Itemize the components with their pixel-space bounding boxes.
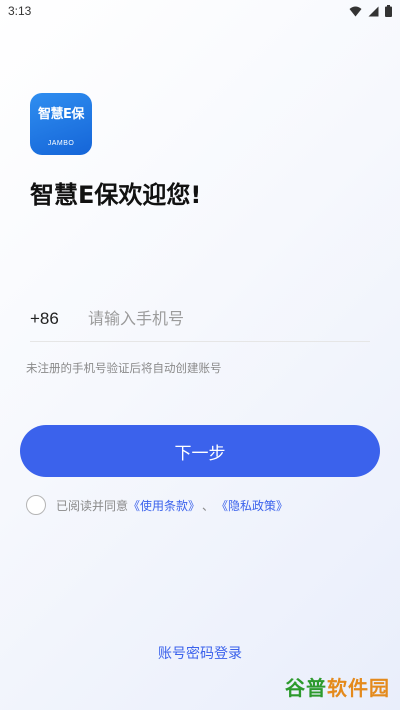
signal-icon	[368, 6, 379, 16]
watermark-part1: 谷普	[285, 675, 327, 700]
status-icons	[349, 5, 392, 17]
password-login-link[interactable]: 账号密码登录	[0, 643, 400, 663]
logo-text: 智慧E保	[38, 107, 84, 122]
watermark-part2: 软件园	[327, 675, 390, 700]
agreement-row: 已阅读并同意 《使用条款》 、 《隐私政策》	[26, 494, 288, 516]
register-hint: 未注册的手机号验证后将自动创建账号	[26, 361, 222, 375]
agreement-checkbox[interactable]	[26, 495, 46, 515]
phone-input-row: +86	[30, 296, 370, 342]
terms-link[interactable]: 《使用条款》	[128, 497, 200, 514]
welcome-title: 智慧E保欢迎您!	[30, 181, 202, 209]
phone-input[interactable]	[88, 309, 370, 328]
logo-brand: JAMBO	[47, 140, 75, 147]
battery-icon	[385, 5, 392, 17]
status-time: 3:13	[8, 4, 32, 18]
agreement-separator: 、	[202, 498, 215, 513]
country-code[interactable]: +86	[30, 309, 88, 329]
status-bar: 3:13	[0, 0, 400, 22]
app-logo: 智慧E保 JAMBO	[30, 93, 92, 155]
next-step-button[interactable]: 下一步	[20, 425, 380, 477]
wifi-icon	[349, 6, 362, 16]
agreement-prefix: 已阅读并同意	[56, 498, 129, 513]
privacy-link[interactable]: 《隐私政策》	[216, 497, 288, 514]
watermark: 谷普 软件园	[285, 671, 390, 701]
